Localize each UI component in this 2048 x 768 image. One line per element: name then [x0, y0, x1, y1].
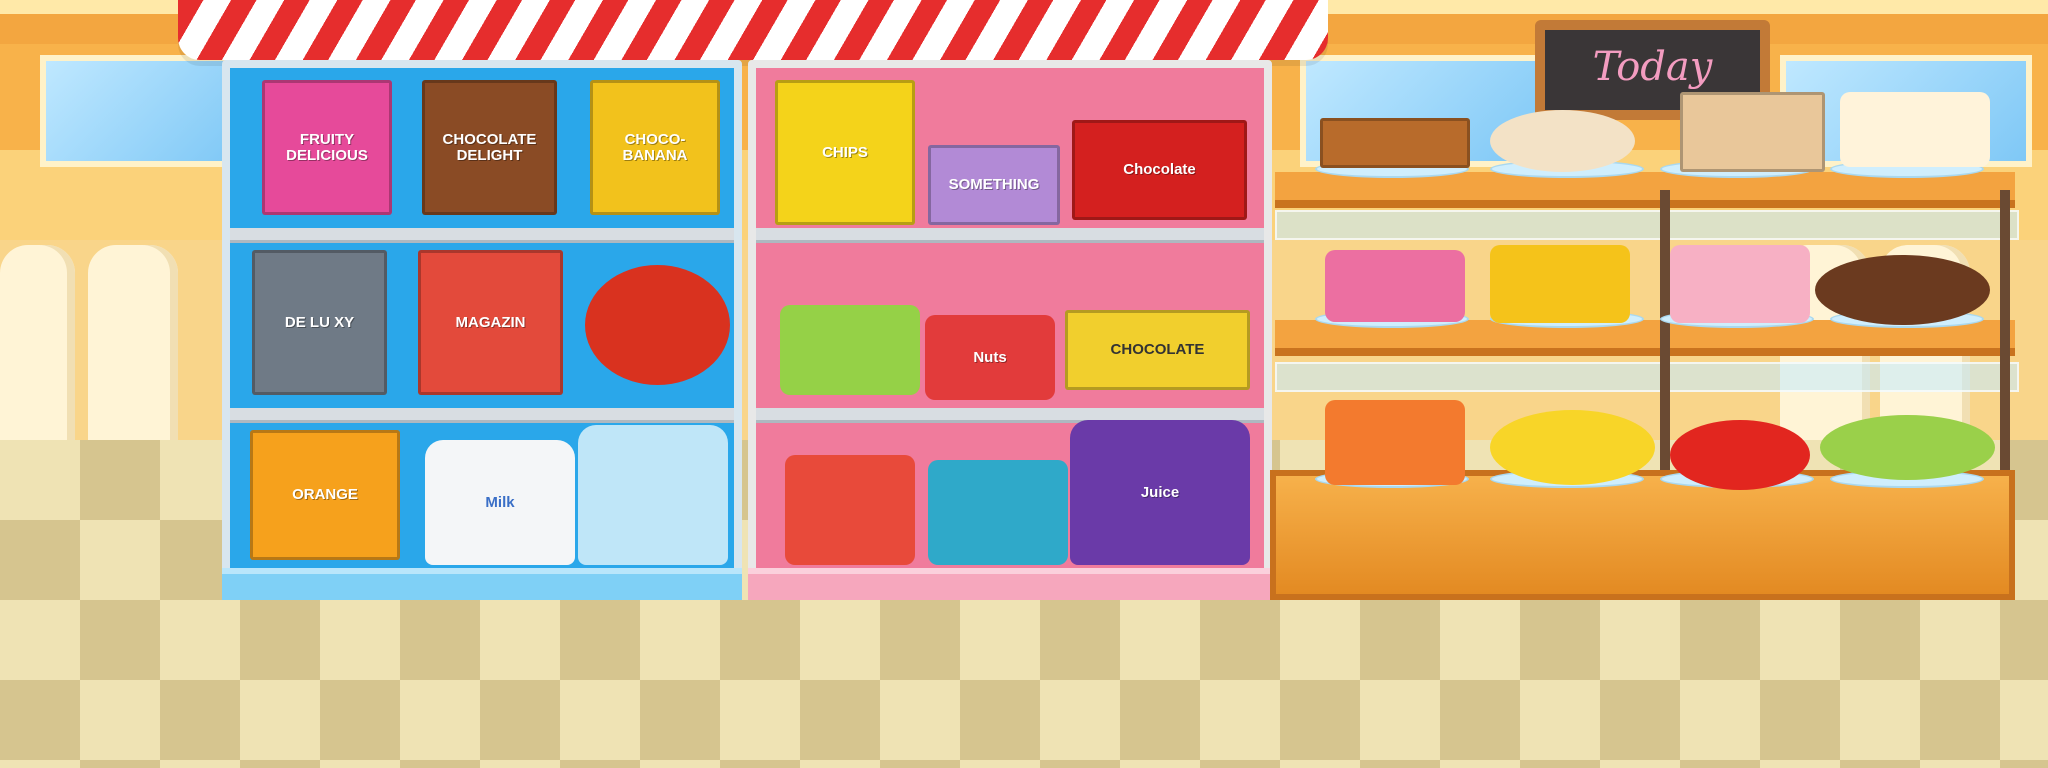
yogurt-cup-icon[interactable] [928, 460, 1068, 565]
today-sign-text: Today [1592, 44, 1713, 90]
magazine-icon[interactable]: MAGAZIN [418, 250, 563, 395]
tomato-icon[interactable] [1670, 420, 1810, 490]
cupcake-icon[interactable] [1490, 245, 1630, 323]
chocolate-bar-icon[interactable]: Chocolate [1072, 120, 1247, 220]
cupcake-icon[interactable] [1325, 250, 1465, 322]
candy-box-icon[interactable]: CHOCOLATE [1065, 310, 1250, 390]
chocolate-bar-icon[interactable]: SOMETHING [928, 145, 1060, 225]
window [40, 55, 242, 167]
shelf-board [230, 408, 734, 423]
can-icon[interactable] [785, 455, 915, 565]
juice-bottle-icon[interactable]: Juice [1070, 420, 1250, 565]
shelf-post [2000, 190, 2010, 490]
water-bottle-icon[interactable] [578, 425, 728, 565]
shelf-board [230, 228, 734, 243]
glass-shelf [1275, 362, 2019, 392]
shelf-post [1660, 190, 1670, 490]
donut-icon[interactable] [1490, 110, 1635, 172]
donut-icon[interactable] [1815, 255, 1990, 325]
shelf-base [748, 568, 1272, 600]
cereal-box-icon[interactable]: FRUITY DELICIOUS [262, 80, 392, 215]
jam-jar-icon[interactable] [1325, 400, 1465, 485]
striped-awning [178, 0, 1328, 60]
magazine-icon[interactable]: DE LU XY [252, 250, 387, 395]
banana-icon[interactable] [1490, 410, 1655, 485]
wall-arch [88, 245, 178, 445]
bread-icon[interactable] [1680, 92, 1825, 172]
cereal-box-icon[interactable]: CHOCOLATE DELIGHT [422, 80, 557, 215]
cupcake-icon[interactable] [1840, 92, 1990, 167]
cupcake-icon[interactable] [1670, 245, 1810, 323]
cereal-box-icon[interactable]: CHOCO-BANANA [590, 80, 720, 215]
corn-icon[interactable] [1820, 415, 1995, 480]
waffle-icon[interactable] [1320, 118, 1470, 168]
juice-carton-icon[interactable]: ORANGE [250, 430, 400, 560]
glass-shelf [1275, 210, 2019, 240]
shelf-base [222, 568, 742, 600]
wall-arch [0, 245, 75, 445]
chips-bag-icon[interactable]: CHIPS [775, 80, 915, 225]
candy-icon[interactable] [585, 265, 730, 385]
nuts-can-icon[interactable]: Nuts [925, 315, 1055, 400]
jam-jar-icon[interactable] [780, 305, 920, 395]
milk-bottle-icon[interactable]: Milk [425, 440, 575, 565]
shelf-board [756, 228, 1264, 243]
wooden-counter [1270, 470, 2015, 600]
